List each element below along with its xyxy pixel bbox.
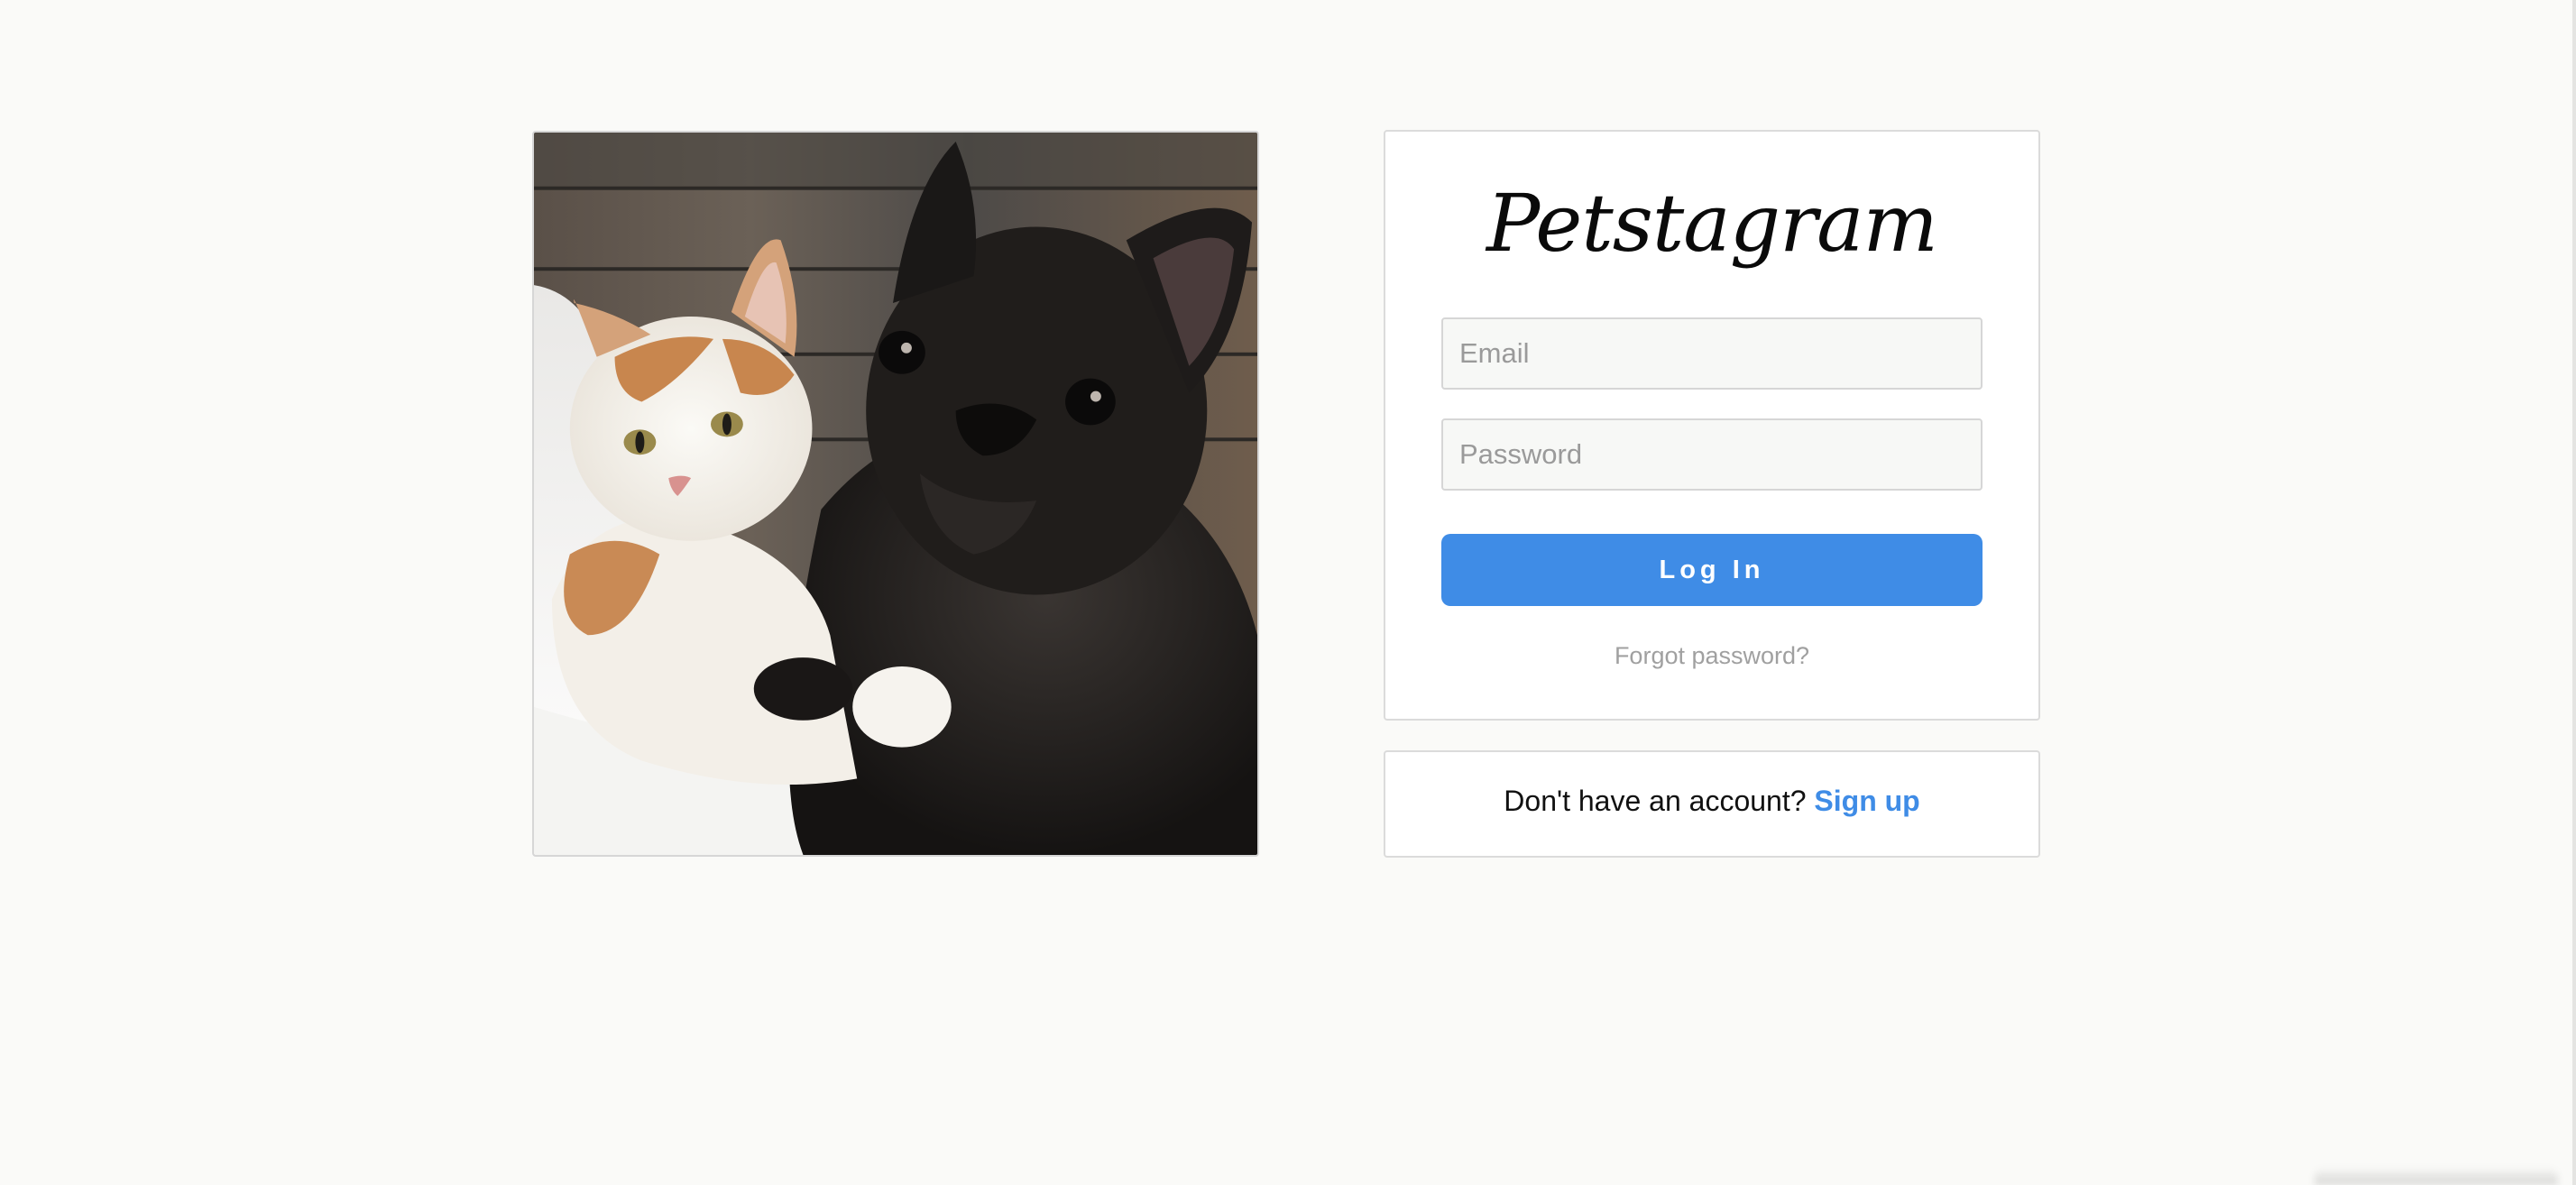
- password-input[interactable]: [1441, 418, 1983, 491]
- corner-shadow: [2314, 1167, 2558, 1185]
- signup-link[interactable]: Sign up: [1814, 785, 1919, 817]
- app-logo: Petstagram: [1486, 177, 1938, 270]
- login-button[interactable]: Log In: [1441, 534, 1983, 606]
- scrollbar[interactable]: [2572, 0, 2576, 1185]
- signup-prompt: Don't have an account?: [1504, 785, 1815, 817]
- hero-photo: [532, 131, 1259, 857]
- signup-row: Don't have an account? Sign up: [1385, 785, 2038, 818]
- login-panel: Petstagram Log In Forgot password?: [1384, 130, 2040, 721]
- forgot-password-link[interactable]: Forgot password?: [1385, 642, 2038, 670]
- cat-and-dog-photo: [534, 133, 1257, 855]
- email-input[interactable]: [1441, 317, 1983, 390]
- signup-panel: Don't have an account? Sign up: [1384, 750, 2040, 858]
